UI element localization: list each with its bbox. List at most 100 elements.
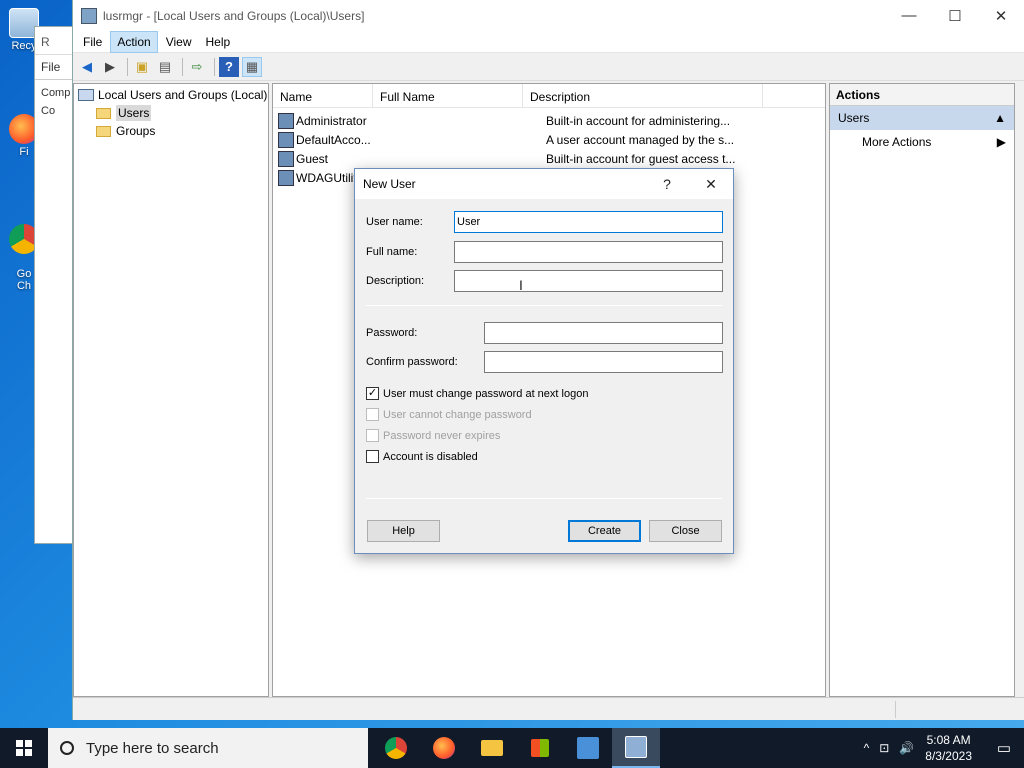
toolbar-separator <box>127 57 128 76</box>
dialog-help-button[interactable]: ? <box>645 176 689 192</box>
username-input[interactable] <box>454 211 723 233</box>
user-description: A user account managed by the s... <box>546 132 735 147</box>
clock[interactable]: 5:08 AM 8/3/2023 <box>925 732 972 764</box>
description-label: Description: <box>366 275 425 287</box>
taskbar-chrome[interactable] <box>372 728 420 768</box>
checkbox-label: Password never expires <box>383 429 501 442</box>
menu-bar: File Action View Help <box>73 30 1024 53</box>
toolbar-separator <box>182 57 183 76</box>
lusrmgr-icon <box>81 7 97 24</box>
folder-icon <box>96 125 111 137</box>
taskbar-network-app[interactable] <box>564 728 612 768</box>
create-button[interactable]: Create <box>568 520 641 542</box>
desktop-icon-label: Recy <box>11 40 37 52</box>
clock-date: 8/3/2023 <box>925 749 972 763</box>
toolbar-separator <box>214 57 215 76</box>
user-name: Administrator <box>296 113 367 128</box>
maximize-button[interactable]: ☐ <box>932 0 978 31</box>
user-description: Built-in account for guest access t... <box>546 151 736 166</box>
search-placeholder: Type here to search <box>86 739 219 757</box>
tree-item-users[interactable]: Users <box>78 104 268 122</box>
password-input[interactable] <box>484 322 723 344</box>
help-button[interactable]: Help <box>367 520 440 542</box>
taskbar-search[interactable]: Type here to search <box>48 728 368 768</box>
network-icon[interactable]: ⊡ <box>879 741 889 755</box>
list-row-administrator[interactable]: Administrator Built-in account for admin… <box>273 111 825 130</box>
actions-header: Actions <box>830 84 1014 106</box>
close-dialog-button[interactable]: Close <box>649 520 722 542</box>
dialog-close-button[interactable]: ✕ <box>689 176 733 193</box>
checkbox-label: User cannot change password <box>383 408 532 421</box>
dialog-title-bar[interactable]: New User ? ✕ <box>355 169 733 199</box>
taskbar-store[interactable] <box>516 728 564 768</box>
menu-help[interactable]: Help <box>200 32 237 52</box>
checkbox-must-change-password[interactable]: ✓ User must change password at next logo… <box>366 387 588 400</box>
checkbox-label: Account is disabled <box>383 450 478 463</box>
file-explorer-icon <box>481 740 503 756</box>
description-input[interactable] <box>454 270 723 292</box>
confirm-password-label: Confirm password: <box>366 356 458 368</box>
checkbox-icon[interactable] <box>366 450 379 463</box>
list-row-defaultaccount[interactable]: DefaultAcco... A user account managed by… <box>273 130 825 149</box>
checkbox-password-never-expires: Password never expires <box>366 429 500 442</box>
toolbar: ◀ ▶ ▣ ▤ ⇨ ? ▦ <box>73 53 1024 81</box>
actions-section-users[interactable]: Users ▲ <box>830 106 1014 130</box>
checkbox-icon <box>366 408 379 421</box>
tray-chevron-icon[interactable]: ^ <box>864 741 870 755</box>
user-description: Built-in account for administering... <box>546 113 731 128</box>
start-button[interactable] <box>0 728 48 768</box>
field-row-description: Description: <box>366 270 723 292</box>
export-list-icon[interactable]: ⇨ <box>187 57 207 77</box>
desktop-icon-label: Go Ch <box>16 268 32 292</box>
checkbox-account-disabled[interactable]: Account is disabled <box>366 450 478 463</box>
network-app-icon <box>577 737 599 759</box>
confirm-password-input[interactable] <box>484 351 723 373</box>
username-label: User name: <box>366 216 423 228</box>
taskbar-file-explorer[interactable] <box>468 728 516 768</box>
taskbar-firefox[interactable] <box>420 728 468 768</box>
field-row-fullname: Full name: <box>366 241 723 263</box>
list-row-guest[interactable]: Guest Built-in account for guest access … <box>273 149 825 168</box>
field-row-password: Password: <box>366 322 723 344</box>
computer-icon <box>78 89 94 101</box>
checkbox-checked-icon[interactable]: ✓ <box>366 387 379 400</box>
search-icon <box>60 741 74 755</box>
menu-view[interactable]: View <box>160 32 198 52</box>
fullname-input[interactable] <box>454 241 723 263</box>
taskbar-lusrmgr[interactable] <box>612 728 660 768</box>
menu-file[interactable]: File <box>77 32 108 52</box>
help-icon[interactable]: ? <box>219 56 239 77</box>
column-header-name[interactable]: Name <box>273 84 373 107</box>
action-more-actions[interactable]: More Actions ▶ <box>830 130 1014 154</box>
status-segment <box>895 701 985 718</box>
dialog-divider <box>366 305 722 306</box>
field-row-username: User name: <box>366 211 723 233</box>
show-hide-tree-icon[interactable]: ▤ <box>155 57 175 77</box>
column-header-full-name[interactable]: Full Name <box>373 84 523 107</box>
up-folder-icon[interactable]: ▣ <box>132 57 152 77</box>
tree-item-label: Groups <box>116 124 156 138</box>
user-name: Guest <box>296 151 329 166</box>
column-header-description[interactable]: Description <box>523 84 763 107</box>
close-button[interactable]: ✕ <box>978 0 1024 31</box>
minimize-button[interactable]: — <box>886 0 932 31</box>
volume-icon[interactable]: 🔊 <box>899 741 914 755</box>
user-icon <box>278 169 294 186</box>
tree-item-groups[interactable]: Groups <box>78 122 268 140</box>
checkbox-label: User must change password at next logon <box>383 387 589 400</box>
notification-icon[interactable]: ▭ <box>984 728 1024 768</box>
menu-action[interactable]: Action <box>110 30 158 53</box>
windows-logo-icon <box>16 740 32 756</box>
chrome-icon <box>385 737 407 759</box>
forward-icon[interactable]: ▶ <box>100 57 120 77</box>
password-label: Password: <box>366 327 418 339</box>
show-action-pane-icon[interactable]: ▦ <box>242 56 262 77</box>
title-bar[interactable]: lusrmgr - [Local Users and Groups (Local… <box>73 0 1024 31</box>
actions-pane: Actions Users ▲ More Actions ▶ <box>829 83 1015 697</box>
actions-section-label: Users <box>838 111 870 125</box>
back-icon[interactable]: ◀ <box>77 57 97 77</box>
tree-root[interactable]: Local Users and Groups (Local) <box>78 86 268 104</box>
user-icon <box>278 150 294 167</box>
user-icon <box>278 112 294 129</box>
collapse-up-icon[interactable]: ▲ <box>994 111 1006 125</box>
